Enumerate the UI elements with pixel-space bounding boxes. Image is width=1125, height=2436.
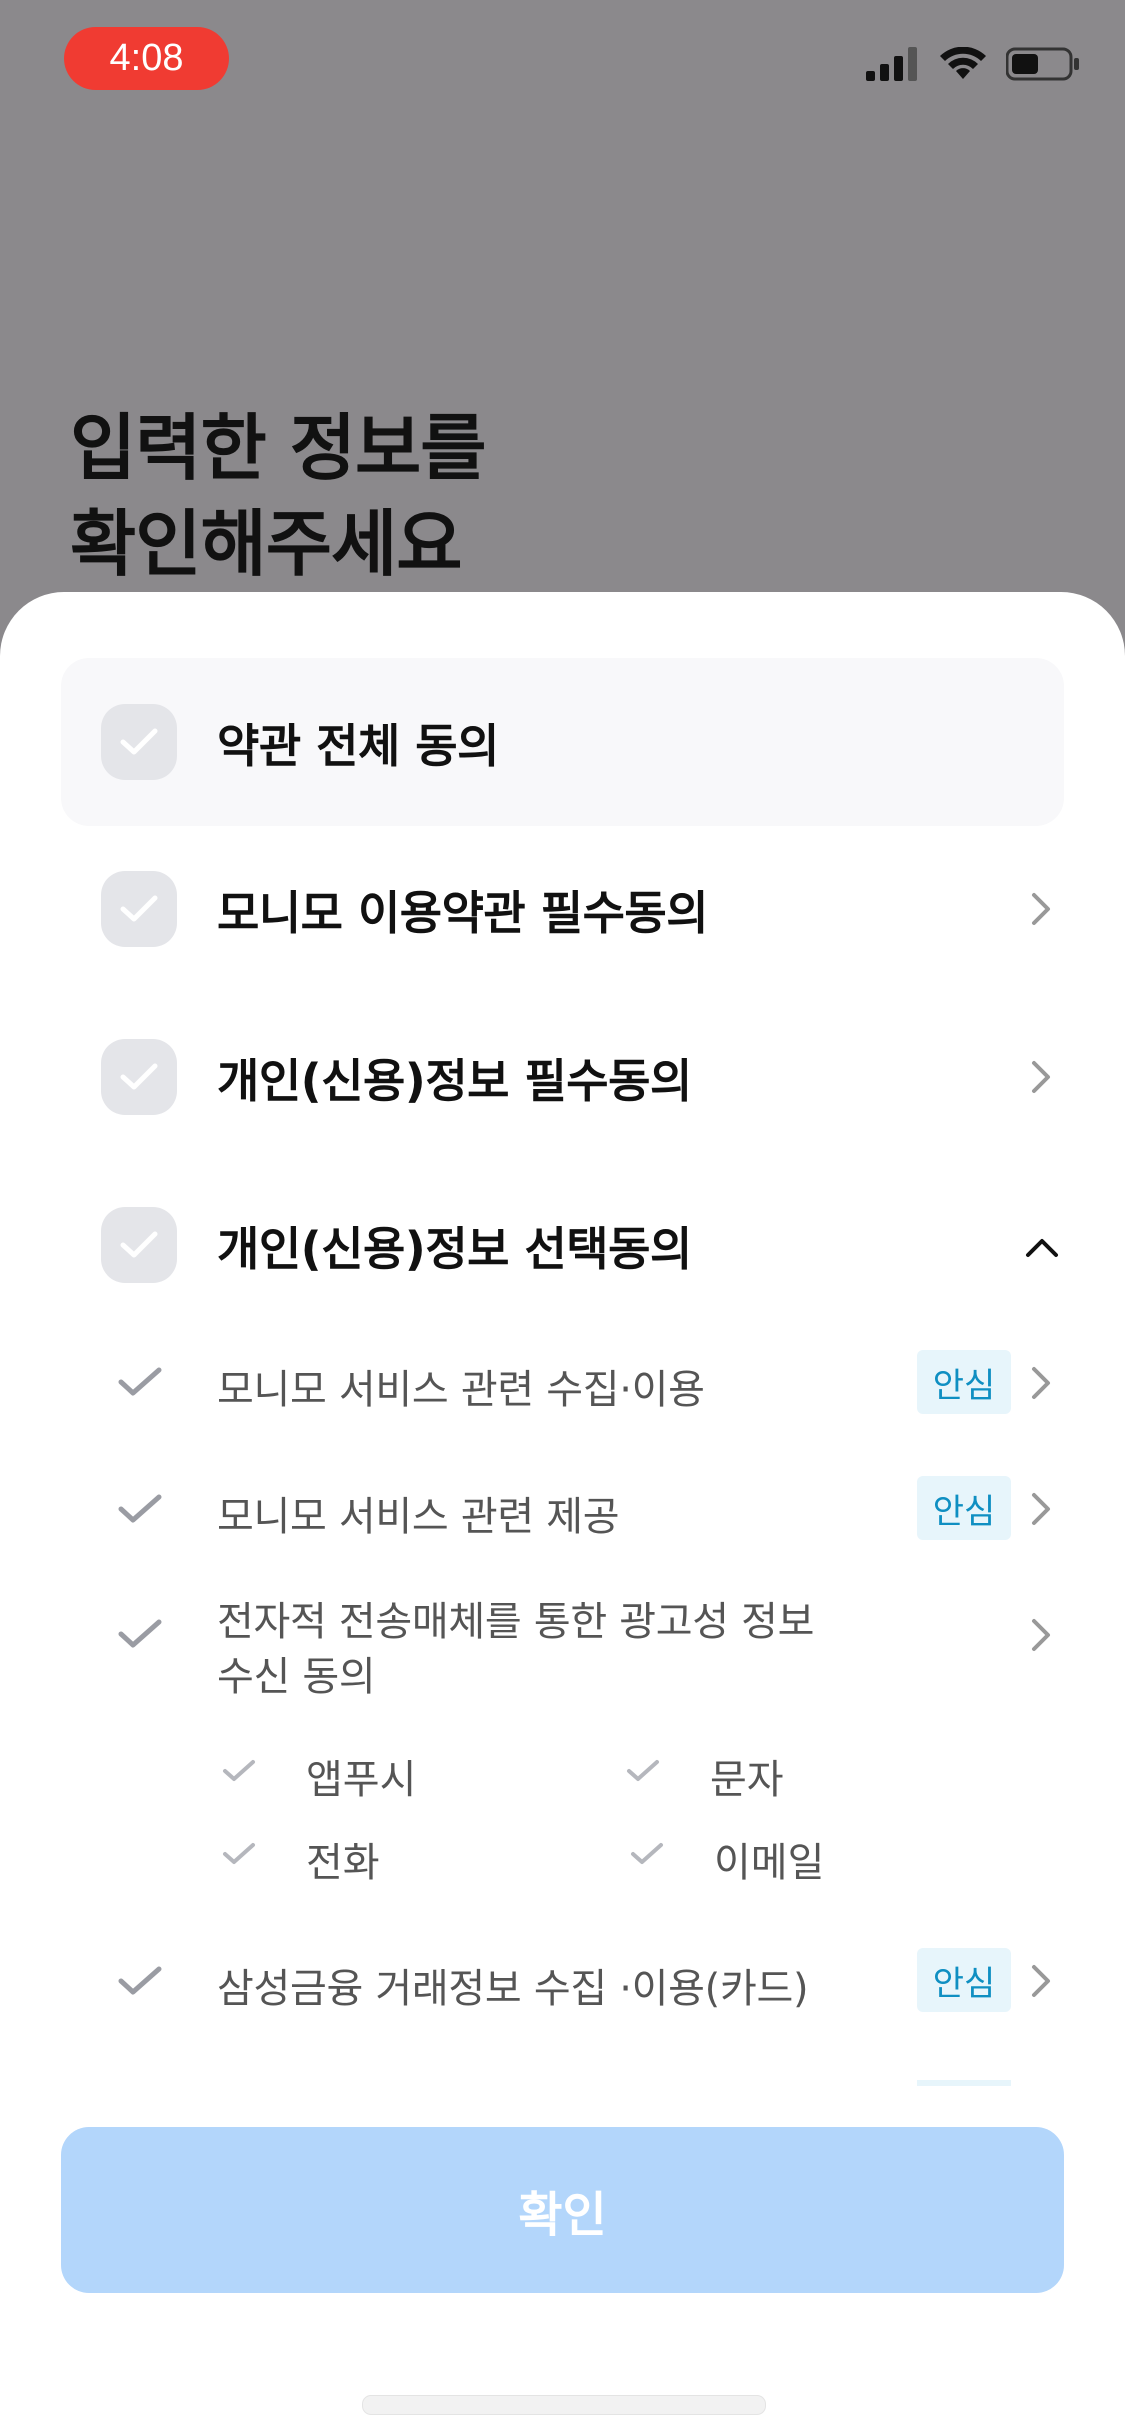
safe-badge: 안심: [917, 1476, 1011, 1540]
chevron-right-icon[interactable]: [1026, 1961, 1056, 2001]
optional-personal-checkbox[interactable]: [101, 1207, 177, 1283]
status-bar: 4:08: [0, 0, 1125, 120]
optional-item-2-check[interactable]: [116, 1489, 164, 1529]
required-terms-label: 모니모 이용약관 필수동의: [217, 886, 709, 940]
required-personal-label: 개인(신용)정보 필수동의: [217, 1054, 692, 1108]
check-icon: [223, 1760, 255, 1781]
optional-item-1-check[interactable]: [116, 1362, 164, 1402]
channel-sms-check[interactable]: [625, 1756, 661, 1786]
chevron-right-icon[interactable]: [1026, 1363, 1056, 1403]
cellular-signal-icon: [866, 47, 920, 85]
chevron-right-icon[interactable]: [1026, 1615, 1056, 1655]
page-title: 입력한 정보를 확인해주세요: [70, 400, 487, 592]
optional-item-4-check[interactable]: [116, 1961, 164, 2001]
check-icon: [118, 1619, 162, 1648]
status-time: 4:08: [64, 27, 229, 90]
required-personal-checkbox[interactable]: [101, 1039, 177, 1115]
check-icon: [223, 1843, 255, 1864]
optional-personal-label: 개인(신용)정보 선택동의: [217, 1222, 692, 1276]
required-terms-checkbox[interactable]: [101, 871, 177, 947]
check-icon: [631, 1843, 663, 1864]
confirm-button[interactable]: 확인: [61, 2127, 1064, 2293]
optional-item-3-label-line1: 전자적 전송매체를 통한 광고성 정보: [217, 1599, 815, 1645]
optional-item-3-label-line2: 수신 동의: [217, 1654, 376, 1700]
status-icons: [866, 46, 1080, 86]
chevron-right-icon[interactable]: [1026, 889, 1056, 929]
agree-all-row[interactable]: 약관 전체 동의: [61, 658, 1064, 826]
page-title-line1: 입력한 정보를: [70, 406, 487, 490]
battery-icon: [1005, 47, 1080, 85]
check-icon: [120, 895, 158, 922]
check-icon: [118, 1367, 162, 1396]
channel-push-check[interactable]: [221, 1756, 257, 1786]
wifi-icon: [940, 46, 986, 85]
channel-sms-label: 문자: [710, 1757, 784, 1803]
chevron-right-icon[interactable]: [1026, 1057, 1056, 1097]
optional-item-4-label: 삼성금융 거래정보 수집 ·이용(카드): [217, 1966, 809, 2012]
optional-item-2-label: 모니모 서비스 관련 제공: [217, 1494, 620, 1540]
check-icon: [120, 728, 158, 755]
channel-email-check[interactable]: [629, 1839, 665, 1869]
channel-phone-check[interactable]: [221, 1839, 257, 1869]
safe-badge: 안심: [917, 1350, 1011, 1414]
check-icon: [120, 1063, 158, 1090]
channel-phone-label: 전화: [306, 1840, 380, 1886]
chevron-right-icon[interactable]: [1026, 1489, 1056, 1529]
channel-push-label: 앱푸시: [306, 1757, 417, 1803]
check-icon: [627, 1760, 659, 1781]
agree-all-checkbox[interactable]: [101, 704, 177, 780]
check-icon: [118, 1494, 162, 1523]
optional-item-3-check[interactable]: [116, 1614, 164, 1654]
home-indicator: [362, 2395, 766, 2415]
agree-all-label: 약관 전체 동의: [217, 719, 499, 773]
scroll-fade-hint: [917, 2080, 1011, 2086]
channel-email-label: 이메일: [714, 1840, 825, 1886]
optional-item-1-label: 모니모 서비스 관련 수집·이용: [217, 1367, 705, 1413]
terms-bottom-sheet: 약관 전체 동의 모니모 이용약관 필수동의 개인(신용)정보 필수동의 개인(…: [0, 592, 1125, 2436]
check-icon: [118, 1966, 162, 1995]
safe-badge: 안심: [917, 1948, 1011, 2012]
page-title-line2: 확인해주세요: [70, 502, 462, 586]
check-icon: [120, 1231, 158, 1258]
chevron-up-icon[interactable]: [1022, 1227, 1062, 1267]
